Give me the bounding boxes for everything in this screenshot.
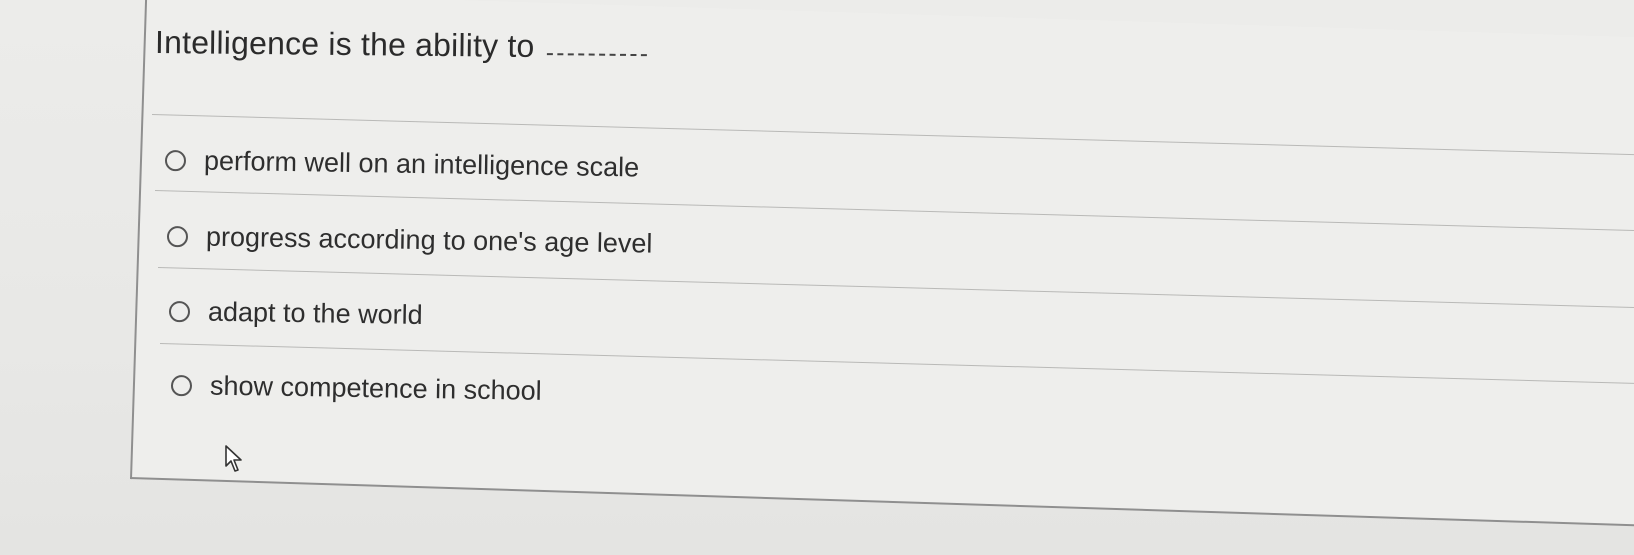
radio-unselected-icon[interactable] bbox=[168, 301, 191, 323]
radio-unselected-icon[interactable] bbox=[166, 226, 189, 248]
radio-unselected-icon[interactable] bbox=[170, 375, 193, 397]
option-label: adapt to the world bbox=[207, 296, 423, 330]
radio-unselected-icon[interactable] bbox=[164, 150, 187, 172]
question-prompt: Intelligence is the ability to bbox=[155, 24, 647, 66]
question-text: Intelligence is the ability to bbox=[154, 24, 535, 64]
screen: Intelligence is the ability to perform w… bbox=[0, 0, 1634, 555]
option-adapt-to-world[interactable]: adapt to the world bbox=[168, 296, 423, 331]
question-card bbox=[130, 0, 1634, 527]
option-label: show competence in school bbox=[209, 370, 542, 406]
mouse-pointer-icon bbox=[225, 445, 242, 472]
answer-blank bbox=[546, 45, 647, 57]
option-competence-school[interactable]: show competence in school bbox=[170, 370, 542, 407]
